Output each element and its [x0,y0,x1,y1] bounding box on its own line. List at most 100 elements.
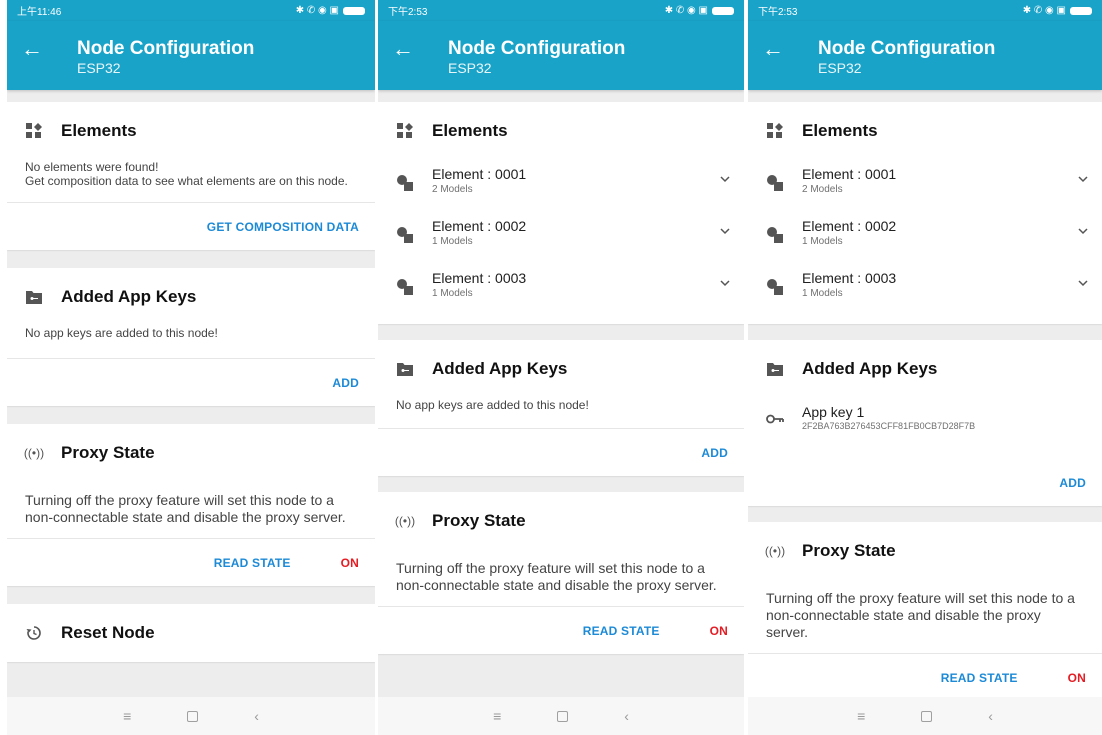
proxy-signal-icon: ((•)) [394,514,416,528]
elements-icon [25,122,43,140]
battery-icon [343,6,365,15]
chevron-down-icon[interactable] [720,278,730,288]
page-subtitle: ESP32 [448,60,492,76]
home-icon[interactable] [557,710,569,722]
element-icon [767,175,783,191]
proxy-card: ((•)) Proxy State Turning off the proxy … [7,424,375,586]
add-app-key-button[interactable]: ADD [1059,476,1086,490]
status-time: 下午2:53 [758,7,798,18]
element-row-0001[interactable]: Element : 0001 2 Models [378,160,744,212]
app-keys-empty-text: No app keys are added to this node! [396,398,589,412]
status-icons: ✱ ✆ ◉ ▣ [665,5,734,16]
element-row-0001[interactable]: Element : 0001 2 Models [748,160,1102,212]
app-key-row[interactable]: App key 1 2F2BA763B276453CFF81FB0CB7D28F… [748,398,1102,456]
element-name: Element : 0002 [802,218,897,234]
system-nav-bar: ≡ ‹ [7,697,375,735]
status-icon-glyphs: ✱ ✆ ◉ ▣ [295,5,339,16]
element-name: Element : 0001 [432,166,527,182]
status-icon-glyphs: ✱ ✆ ◉ ▣ [664,5,708,16]
nav-back-icon[interactable]: ‹ [254,708,259,724]
home-icon[interactable] [187,710,199,722]
element-icon [397,175,413,191]
app-bar: ← Node Configuration ESP32 [378,21,744,90]
get-composition-data-button[interactable]: GET COMPOSITION DATA [207,220,359,234]
nav-back-icon[interactable]: ‹ [988,708,993,724]
proxy-title: Proxy State [432,511,526,530]
page-title: Node Configuration [77,38,255,59]
back-arrow-icon[interactable]: ← [392,38,414,60]
folder-key-icon [396,360,414,378]
app-key-name: App key 1 [802,404,865,420]
reset-card: Reset Node [7,604,375,662]
app-bar: ← Node Configuration ESP32 [7,21,375,90]
nav-back-icon[interactable]: ‹ [624,708,629,724]
proxy-signal-icon: ((•)) [764,544,786,558]
reset-icon [25,624,43,642]
back-arrow-icon[interactable]: ← [762,38,784,60]
app-keys-card: Added App Keys App key 1 2F2BA763B276453… [748,340,1102,506]
app-bar: ← Node Configuration ESP32 [748,21,1102,90]
chevron-down-icon[interactable] [1078,174,1088,184]
proxy-description: Turning off the proxy feature will set t… [396,560,717,593]
folder-key-icon [25,288,43,306]
read-state-button[interactable]: READ STATE [583,624,660,638]
system-nav-bar: ≡ ‹ [748,697,1102,735]
screen-2: 下午2:53 ✱ ✆ ◉ ▣ ← Node Configuration ESP3… [378,0,744,735]
page-title: Node Configuration [818,38,996,59]
app-keys-title: Added App Keys [432,359,568,378]
proxy-description: Turning off the proxy feature will set t… [25,492,346,525]
status-bar: 下午2:53 ✱ ✆ ◉ ▣ [378,0,744,21]
elements-icon [396,122,414,140]
proxy-card: ((•)) Proxy State Turning off the proxy … [748,522,1102,697]
menu-icon[interactable]: ≡ [123,708,131,724]
page-title: Node Configuration [448,38,626,59]
element-models: 1 Models [802,288,843,299]
element-models: 1 Models [432,236,473,247]
page-subtitle: ESP32 [818,60,862,76]
element-icon [397,279,413,295]
proxy-signal-icon: ((•)) [23,446,45,460]
proxy-on-button[interactable]: ON [710,624,728,638]
chevron-down-icon[interactable] [720,174,730,184]
menu-icon[interactable]: ≡ [493,708,501,724]
reset-title: Reset Node [61,623,155,642]
elements-title: Elements [61,121,137,140]
element-row-0002[interactable]: Element : 0002 1 Models [748,212,1102,264]
battery-icon [712,6,734,15]
element-models: 1 Models [802,236,843,247]
back-arrow-icon[interactable]: ← [21,38,43,60]
elements-title: Elements [802,121,878,140]
elements-card: Elements No elements were found! Get com… [7,102,375,250]
chevron-down-icon[interactable] [720,226,730,236]
add-app-key-button[interactable]: ADD [332,376,359,390]
element-row-0002[interactable]: Element : 0002 1 Models [378,212,744,264]
element-models: 2 Models [802,184,843,195]
proxy-on-button[interactable]: ON [1068,671,1086,685]
system-nav-bar: ≡ ‹ [378,697,744,735]
screen-1: 上午11:46 ✱ ✆ ◉ ▣ ← Node Configuration ESP… [7,0,375,735]
app-keys-title: Added App Keys [802,359,938,378]
element-name: Element : 0003 [802,270,897,286]
element-models: 2 Models [432,184,473,195]
status-icons: ✱ ✆ ◉ ▣ [1023,5,1092,16]
element-row-0003[interactable]: Element : 0003 1 Models [378,264,744,316]
status-icon-glyphs: ✱ ✆ ◉ ▣ [1022,5,1066,16]
elements-card: Elements Element : 0001 2 Models Element… [378,102,744,324]
proxy-description: Turning off the proxy feature will set t… [766,590,1075,640]
read-state-button[interactable]: READ STATE [941,671,1018,685]
screen-3: 下午2:53 ✱ ✆ ◉ ▣ ← Node Configuration ESP3… [748,0,1102,735]
menu-icon[interactable]: ≡ [857,708,865,724]
element-name: Element : 0001 [802,166,897,182]
read-state-button[interactable]: READ STATE [214,556,291,570]
home-icon[interactable] [921,710,933,722]
proxy-title: Proxy State [61,443,155,462]
element-icon [397,227,413,243]
proxy-card: ((•)) Proxy State Turning off the proxy … [378,492,744,654]
add-app-key-button[interactable]: ADD [701,446,728,460]
app-keys-card: Added App Keys No app keys are added to … [7,268,375,406]
chevron-down-icon[interactable] [1078,226,1088,236]
element-row-0003[interactable]: Element : 0003 1 Models [748,264,1102,316]
chevron-down-icon[interactable] [1078,278,1088,288]
proxy-on-button[interactable]: ON [341,556,359,570]
element-name: Element : 0002 [432,218,527,234]
